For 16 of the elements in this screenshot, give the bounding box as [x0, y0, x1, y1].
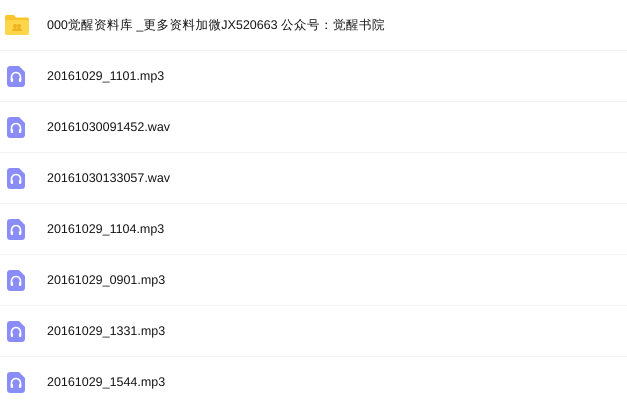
file-name[interactable]: 000觉醒资料库 _更多资料加微JX520663 公众号：觉醒书院: [47, 16, 386, 34]
headphones-icon: [7, 270, 25, 290]
headphones-icon: [7, 168, 25, 188]
file-name[interactable]: 20161029_1101.mp3: [47, 69, 164, 83]
headphones-icon: [7, 218, 25, 240]
file-name[interactable]: 20161029_1331.mp3: [47, 324, 166, 338]
headphones-icon: [7, 116, 25, 138]
file-name[interactable]: 20161030091452.wav: [47, 120, 170, 134]
headphones-icon: [7, 320, 25, 342]
headphones-icon: [7, 66, 25, 86]
folder-icon: [5, 15, 29, 35]
file-name[interactable]: 20161029_1104.mp3: [47, 222, 164, 236]
file-name[interactable]: 20161029_0901.mp3: [47, 273, 166, 287]
headphones-icon: [7, 372, 25, 392]
file-name[interactable]: 20161030133057.wav: [47, 171, 170, 185]
file-name[interactable]: 20161029_1544.mp3: [47, 375, 166, 389]
